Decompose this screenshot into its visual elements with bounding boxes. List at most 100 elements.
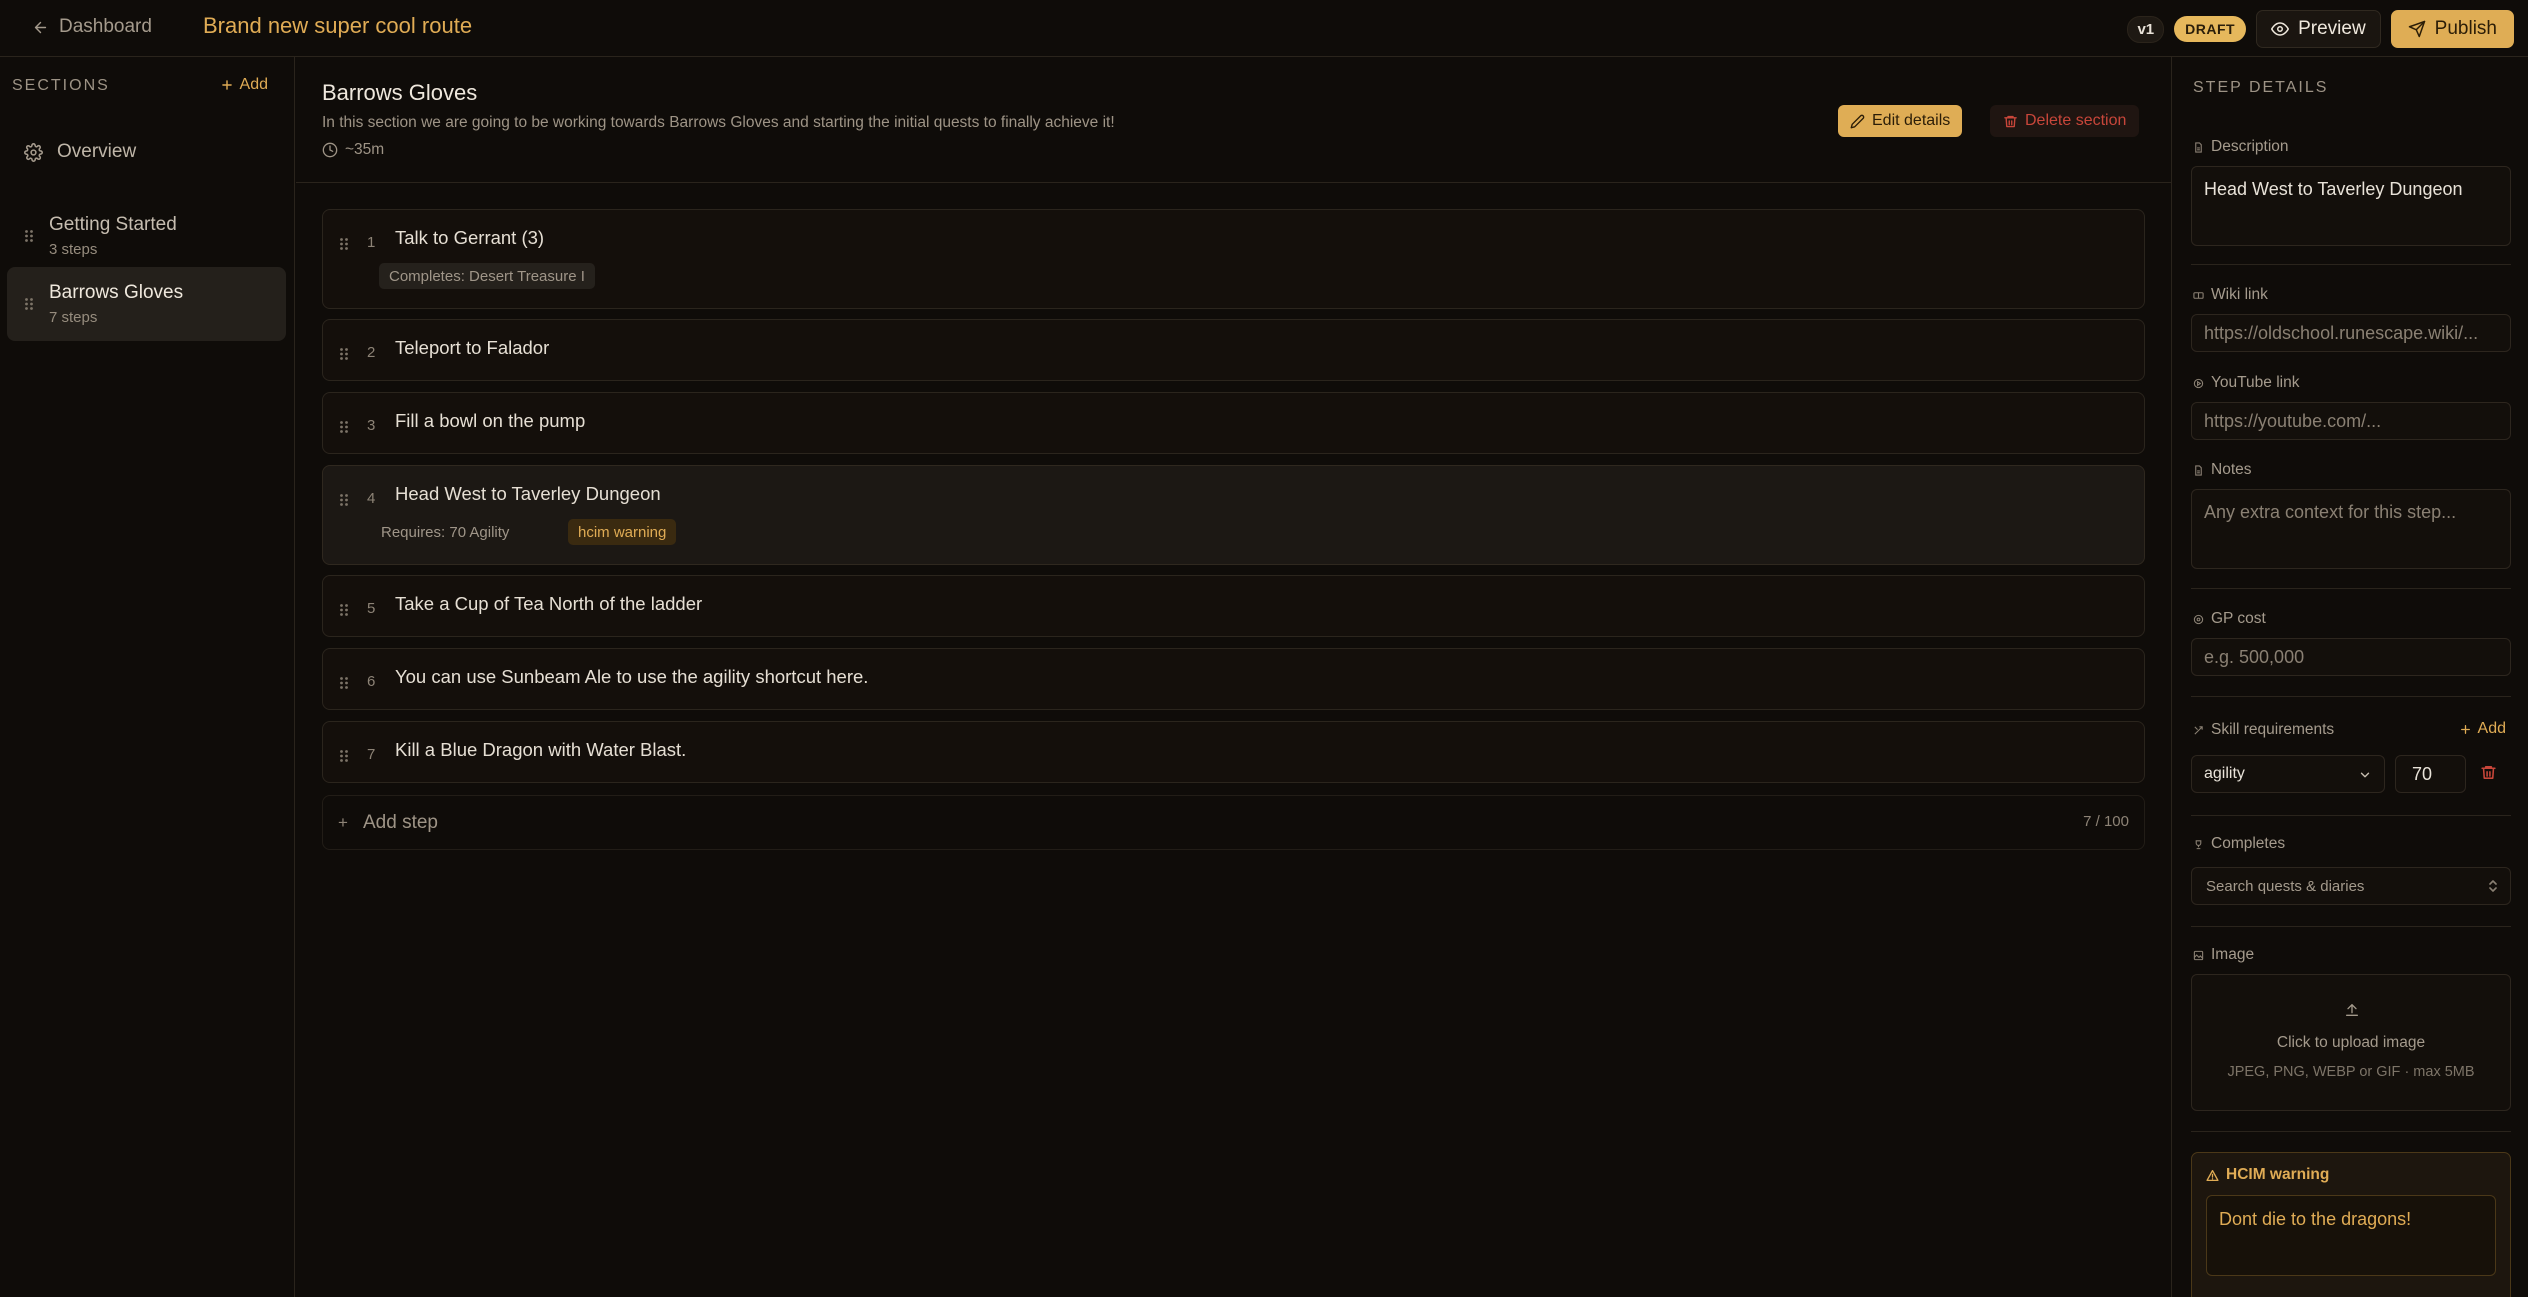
notes-field[interactable]: Any extra context for this step...: [2191, 489, 2511, 569]
drag-handle-icon[interactable]: [339, 676, 349, 690]
drag-handle-icon[interactable]: [24, 297, 34, 311]
top-bar: Dashboard Brand new super cool route v1 …: [0, 0, 2528, 57]
trophy-icon: [2193, 839, 2204, 850]
sidebar-section-barrows-gloves[interactable]: Barrows Gloves 7 steps: [7, 267, 286, 341]
step-text: Talk to Gerrant (3): [395, 227, 545, 248]
add-section-label: Add: [239, 76, 268, 93]
preview-label: Preview: [2298, 18, 2366, 39]
play-circle-icon: [2193, 378, 2204, 389]
section-name: Barrows Gloves: [49, 282, 184, 303]
coin-icon: [2193, 614, 2204, 625]
chevron-up-down-icon: [2488, 879, 2498, 893]
drag-handle-icon[interactable]: [339, 237, 349, 251]
arrow-left-icon: [32, 19, 49, 36]
step-card-selected[interactable]: 4 Head West to Taverley Dungeon Requires…: [322, 465, 2145, 565]
preview-button[interactable]: Preview: [2256, 10, 2381, 48]
back-link-label: Dashboard: [59, 16, 152, 37]
edit-details-button[interactable]: Edit details: [1838, 105, 1963, 137]
remove-skill-trash-icon[interactable]: [2480, 764, 2497, 781]
youtube-link-label: YouTube link: [2193, 374, 2299, 392]
step-card[interactable]: 3 Fill a bowl on the pump: [322, 392, 2145, 454]
step-card[interactable]: 6 You can use Sunbeam Ale to use the agi…: [322, 648, 2145, 710]
skill-select[interactable]: agility: [2191, 755, 2385, 793]
step-text: Head West to Taverley Dungeon: [395, 483, 661, 504]
send-icon: [2408, 20, 2426, 38]
step-details-panel: STEP DETAILS Description Head West to Ta…: [2171, 57, 2528, 1297]
step-text: Teleport to Falador: [395, 337, 550, 358]
chevron-down-icon: [2358, 768, 2372, 782]
drag-handle-icon[interactable]: [339, 603, 349, 617]
status-badge: DRAFT: [2174, 16, 2247, 42]
upload-hint: JPEG, PNG, WEBP or GIF · max 5MB: [2227, 1064, 2475, 1080]
step-number: 2: [367, 344, 376, 361]
add-skill-button[interactable]: Add: [2459, 720, 2506, 738]
step-card[interactable]: 7 Kill a Blue Dragon with Water Blast.: [322, 721, 2145, 783]
sidebar-section-getting-started[interactable]: Getting Started 3 steps: [7, 199, 286, 273]
hcim-warning-box: HCIM warning Dont die to the dragons!: [2191, 1152, 2511, 1297]
notes-label: Notes: [2193, 461, 2252, 479]
drag-handle-icon[interactable]: [339, 749, 349, 763]
section-step-count: 3 steps: [49, 241, 98, 258]
step-text: Fill a bowl on the pump: [395, 410, 586, 431]
step-number: 1: [367, 234, 376, 251]
drag-handle-icon[interactable]: [339, 493, 349, 507]
back-to-dashboard-link[interactable]: Dashboard: [32, 16, 152, 38]
description-field[interactable]: Head West to Taverley Dungeon: [2191, 166, 2511, 246]
delete-section-label: Delete section: [2025, 112, 2127, 129]
clock-icon: [322, 142, 338, 158]
step-number: 7: [367, 746, 376, 763]
version-badge: v1: [2127, 15, 2165, 43]
skill-select-value: agility: [2204, 765, 2245, 782]
image-upload-dropzone[interactable]: Click to upload image JPEG, PNG, WEBP or…: [2191, 974, 2511, 1111]
overview-label: Overview: [57, 141, 137, 162]
skill-icon: [2193, 725, 2204, 736]
upload-label: Click to upload image: [2276, 1034, 2426, 1051]
hcim-warning-input[interactable]: Dont die to the dragons!: [2206, 1195, 2496, 1276]
sidebar-item-overview[interactable]: Overview: [24, 141, 136, 163]
warning-triangle-icon: [2206, 1169, 2219, 1182]
section-time-estimate: ~35m: [322, 141, 384, 159]
publish-label: Publish: [2434, 18, 2497, 39]
skill-level-input[interactable]: 70: [2395, 755, 2466, 793]
gp-cost-input[interactable]: e.g. 500,000: [2191, 638, 2511, 676]
gp-cost-label: GP cost: [2193, 610, 2266, 628]
divider: [2191, 1131, 2511, 1132]
step-card[interactable]: 5 Take a Cup of Tea North of the ladder: [322, 575, 2145, 637]
description-label: Description: [2193, 138, 2289, 156]
divider: [2191, 264, 2511, 265]
wiki-link-input[interactable]: https://oldschool.runescape.wiki/...: [2191, 314, 2511, 352]
edit-details-label: Edit details: [1872, 112, 1951, 129]
drag-handle-icon[interactable]: [24, 229, 34, 243]
notes-icon: [2193, 464, 2204, 476]
completes-label: Completes: [2193, 835, 2285, 853]
image-label: Image: [2193, 946, 2254, 964]
section-step-count: 7 steps: [49, 309, 98, 326]
add-section-button[interactable]: Add: [220, 76, 268, 94]
publish-button[interactable]: Publish: [2390, 10, 2514, 48]
drag-handle-icon[interactable]: [339, 347, 349, 361]
add-step-button[interactable]: + Add step 7 / 100: [322, 795, 2145, 850]
plus-icon: +: [338, 813, 348, 832]
step-card[interactable]: 2 Teleport to Falador: [322, 319, 2145, 381]
section-name: Getting Started: [49, 214, 177, 235]
wiki-link-label: Wiki link: [2193, 286, 2268, 304]
upload-icon: [2344, 1002, 2360, 1018]
step-text: Kill a Blue Dragon with Water Blast.: [395, 739, 687, 760]
step-number: 3: [367, 417, 376, 434]
trash-icon: [2003, 114, 2018, 129]
quest-search-placeholder: Search quests & diaries: [2206, 877, 2365, 895]
divider: [2191, 815, 2511, 816]
delete-section-button[interactable]: Delete section: [1990, 105, 2140, 137]
step-card[interactable]: 1 Talk to Gerrant (3) Completes: Desert …: [322, 209, 2145, 309]
divider: [2191, 588, 2511, 589]
quest-search-input[interactable]: Search quests & diaries: [2191, 867, 2511, 905]
skill-requirements-label: Skill requirements: [2193, 721, 2334, 739]
step-number: 5: [367, 600, 376, 617]
step-text: You can use Sunbeam Ale to use the agili…: [395, 666, 869, 687]
image-icon: [2193, 950, 2204, 961]
gear-icon: [24, 142, 43, 162]
youtube-link-input[interactable]: https://youtube.com/...: [2191, 402, 2511, 440]
pencil-icon: [1850, 114, 1865, 129]
section-title: Barrows Gloves: [322, 80, 478, 105]
drag-handle-icon[interactable]: [339, 420, 349, 434]
